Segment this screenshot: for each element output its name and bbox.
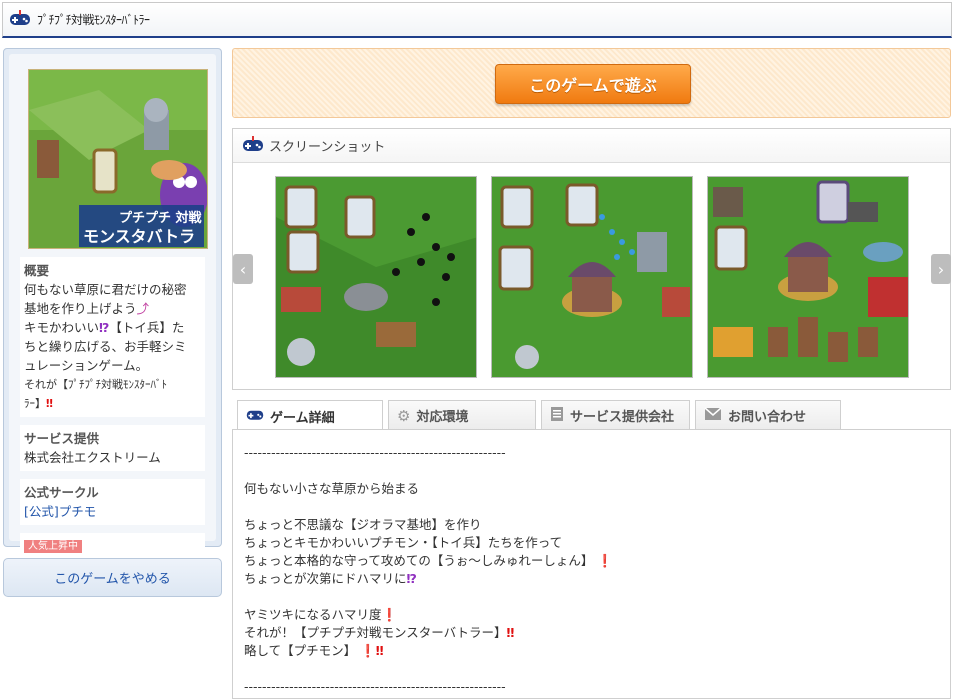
detail-text-line: 略して【プチモン】 ❗‼ [244,643,384,658]
curved-arrow-icon: ⤴ [136,301,150,316]
exclamation-icon: ❗ [360,643,376,658]
cover-logo-text: モンスタバトラ [83,227,195,246]
double-exclamation-icon: ‼ [506,625,515,640]
tab-game-details[interactable]: ゲーム詳細 [237,400,383,431]
game-info-sidebar: プチプチ 対戦 モンスタバトラ 概要 何もない草原に君だけの秘密 基地を作り上げ… [3,48,222,556]
mail-icon [704,406,722,425]
chevron-right-icon: › [937,259,945,279]
page-title: ﾌﾟﾁﾌﾟﾁ対戦ﾓﾝｽﾀｰﾊﾞﾄﾗｰ [37,13,150,27]
detail-text-line: 何もない小さな草原から始まる [244,481,420,496]
overview-title: 概要 [24,263,50,278]
divider-line: ----------------------------------------… [244,679,506,694]
detail-text-line: ちょっと本格的な守って攻めての【うぉ～しみゅれーしょん】 ❗ [244,553,613,568]
play-game-button[interactable]: このゲームで遊ぶ [495,64,691,104]
cover-logo-text-top: プチプチ 対戦 [119,210,203,226]
double-exclamation-icon: ‼ [46,397,53,410]
screenshot-thumbnail[interactable] [707,176,909,378]
tab-environment[interactable]: ⚙ 対応環境 [388,400,536,430]
circle-title: 公式サークル [24,485,99,500]
screenshot-thumbnail[interactable] [275,176,477,378]
detail-text-line: ちょっとが次第にドハマリに⁉ [244,571,417,586]
screenshot-thumbnail[interactable] [491,176,693,378]
chevron-left-icon: ‹ [239,259,247,279]
detail-text-line: それが！【プチプチ対戦モンスターバトラー】‼ [244,625,515,640]
detail-text-line: ちょっと不思議な【ジオラマ基地】を作り [244,517,482,532]
game-cover-image: プチプチ 対戦 モンスタバトラ [28,69,208,249]
screenshot-header: スクリーンショット [233,129,950,163]
tab-contact[interactable]: お問い合わせ [695,400,841,430]
screenshot-panel: スクリーンショット ‹ › [232,128,951,390]
provider-section: サービス提供 株式会社エクストリーム [20,425,205,471]
detail-text-line: ちょっとキモかわいいプチモン・【トイ兵】たちを作って [244,535,563,550]
quit-game-button[interactable]: このゲームをやめる [3,558,222,597]
play-area: このゲームで遊ぶ [232,48,951,118]
page-header: ﾌﾟﾁﾌﾟﾁ対戦ﾓﾝｽﾀｰﾊﾞﾄﾗｰ [2,2,952,38]
prev-screenshot-button[interactable]: ‹ [233,254,253,284]
document-icon [550,406,564,426]
exclamation-question-icon: ⁉ [406,571,417,586]
overview-text: 何もない草原に君だけの秘密 基地を作り上げよう⤴ キモかわいい⁉【トイ兵】た ち… [24,282,187,410]
exclamation-icon: ❗ [381,607,398,622]
detail-text-line: ヤミツキになるハマリ度❗ [244,607,398,622]
gamepad-icon [242,135,264,156]
gear-icon: ⚙ [397,406,411,425]
next-screenshot-button[interactable]: › [931,254,951,284]
detail-tabs: ゲーム詳細 ⚙ 対応環境 サービス提供会社 お問い合わせ [237,400,846,431]
gamepad-icon [246,407,264,425]
provider-title: サービス提供 [24,431,100,446]
exclamation-icon: ❗ [597,553,613,568]
provider-value: 株式会社エクストリーム [24,450,161,465]
circle-section: 公式サークル [公式]プチモ [20,479,205,525]
overview-section: 概要 何もない草原に君だけの秘密 基地を作り上げよう⤴ キモかわいい⁉【トイ兵】… [20,257,205,417]
game-details-content: ----------------------------------------… [232,429,951,699]
badge-section: 人気上昇中 [20,533,205,556]
double-exclamation-icon: ‼ [375,643,384,658]
gamepad-icon [9,9,31,30]
official-circle-link[interactable]: [公式]プチモ [24,504,96,519]
popularity-badge: 人気上昇中 [24,540,82,553]
exclamation-question-icon: ⁉ [99,320,110,335]
tab-service-provider[interactable]: サービス提供会社 [541,400,690,430]
screenshot-title: スクリーンショット [269,140,386,155]
divider-line: ----------------------------------------… [244,445,506,460]
